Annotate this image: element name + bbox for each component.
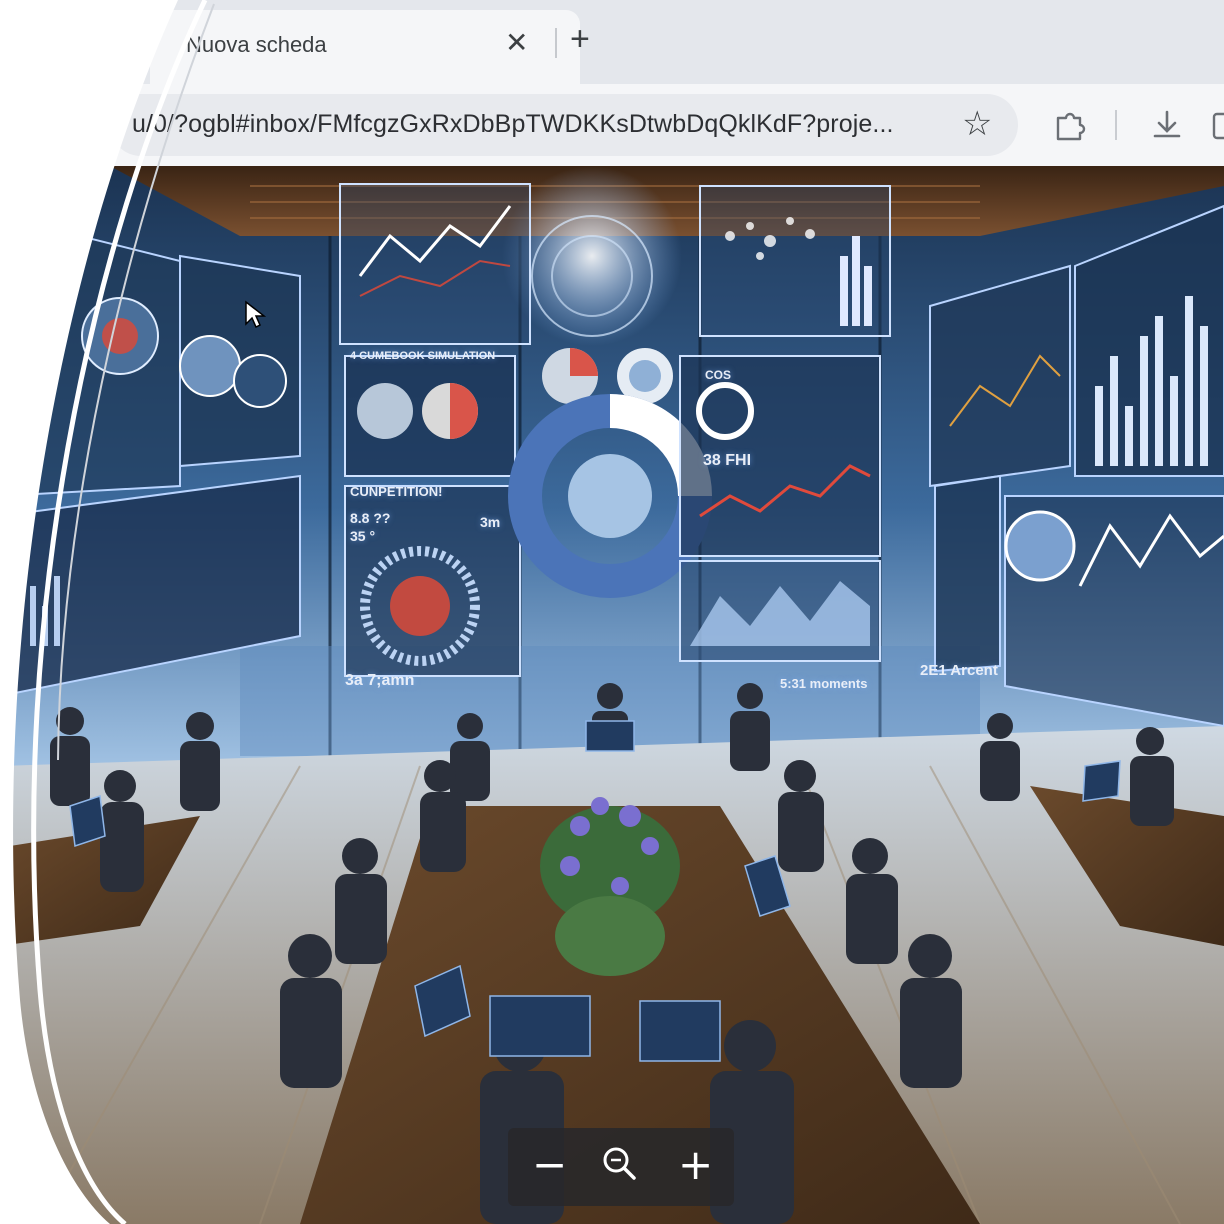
hud-right-tag: 2E1 Arcent <box>920 662 998 679</box>
hud-cos-label: COS <box>705 368 732 382</box>
side-panel-icon[interactable] <box>1212 108 1224 147</box>
close-tab-icon[interactable]: ✕ <box>505 26 528 59</box>
toolbar-divider <box>1115 110 1117 140</box>
tab-divider <box>555 28 557 58</box>
address-bar[interactable]: u/0/?ogbl#inbox/FMfcgzGxRxDbBpTWDKKsDtwb… <box>110 94 1018 156</box>
magnifier-icon[interactable] <box>600 1144 640 1195</box>
download-icon[interactable] <box>1150 108 1184 147</box>
hud-metric-a: 8.8 ?? <box>350 510 391 526</box>
hud-metric-c: 35 ° <box>350 528 376 544</box>
tab-title: Nuova scheda <box>186 32 327 57</box>
hud-bottom-left-label: 3a 7;amn <box>345 672 415 689</box>
screenshot: Nuova scheda ✕ + u/0/?ogbl#inbox/FMfcgzG… <box>0 0 1224 1224</box>
extension-icon[interactable] <box>1052 108 1086 147</box>
zoom-in-button[interactable]: + <box>678 1140 713 1190</box>
hud-competition-label: CUNPETITION! <box>350 484 443 499</box>
hud-gauge-label: 38 FHI <box>703 452 752 469</box>
zoom-controls: − + <box>508 1128 734 1206</box>
office-scene-illustration <box>0 166 1224 1224</box>
browser-toolbar: u/0/?ogbl#inbox/FMfcgzGxRxDbBpTWDKKsDtwb… <box>0 84 1224 166</box>
hud-simulation-label: 4 CUMEBOOK SIMULATION <box>350 350 496 362</box>
hud-bottom-mid-label: 5:31 moments <box>780 676 868 691</box>
hud-metric-b: 3m <box>480 514 501 530</box>
cursor-icon <box>245 300 266 329</box>
displayed-image: 4 CUMEBOOK SIMULATION CUNPETITION! 8.8 ?… <box>0 166 1224 1224</box>
url-text: u/0/?ogbl#inbox/FMfcgzGxRxDbBpTWDKKsDtwb… <box>132 110 894 138</box>
zoom-out-button[interactable]: − <box>532 1140 567 1190</box>
new-tab-button[interactable]: + <box>570 22 590 56</box>
browser-tab[interactable]: Nuova scheda ✕ <box>150 10 580 84</box>
tab-strip: Nuova scheda ✕ + <box>0 0 1224 84</box>
star-icon[interactable]: ☆ <box>962 104 992 144</box>
